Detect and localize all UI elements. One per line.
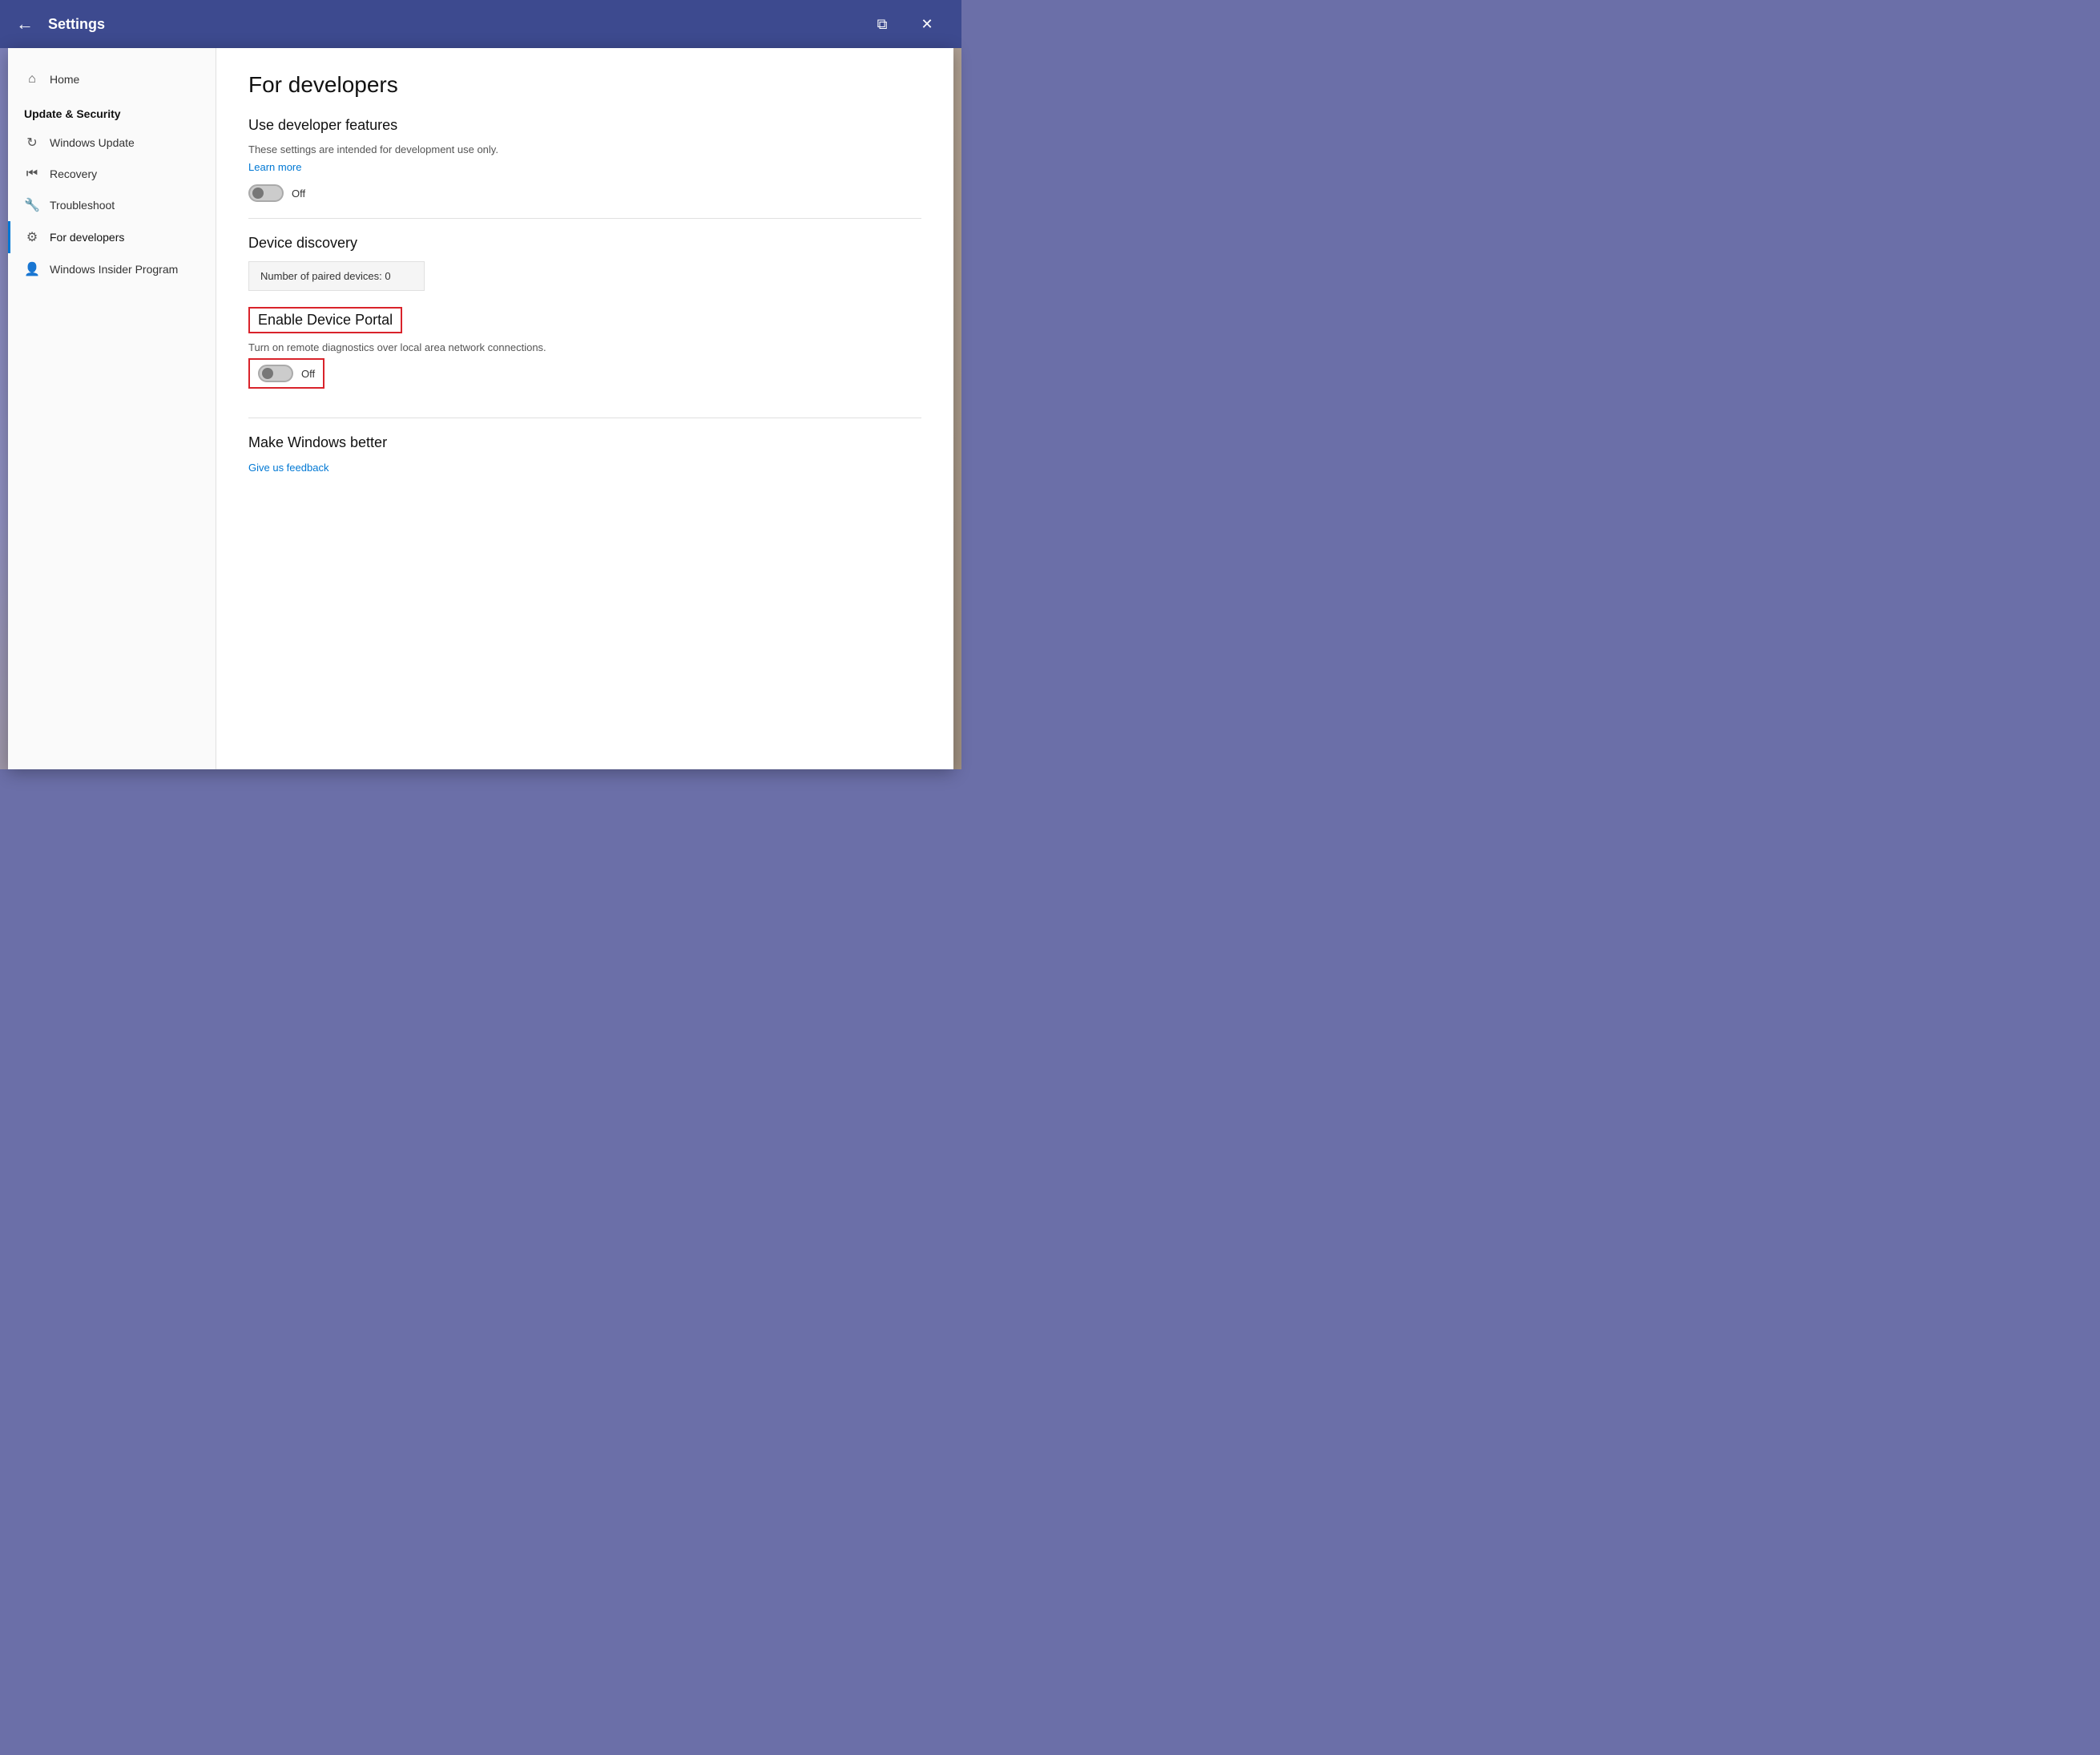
- sidebar-troubleshoot-label: Troubleshoot: [50, 199, 115, 212]
- sidebar-item-windows-update[interactable]: ↻ Windows Update: [8, 127, 216, 159]
- snap-button[interactable]: ⧉: [864, 8, 901, 40]
- sidebar-section-title: Update & Security: [8, 95, 216, 127]
- app-title: Settings: [48, 16, 864, 33]
- divider-1: [248, 218, 921, 219]
- make-windows-better-title: Make Windows better: [248, 434, 921, 451]
- developer-features-toggle-label: Off: [292, 188, 305, 200]
- sidebar-item-troubleshoot[interactable]: 🔧 Troubleshoot: [8, 189, 216, 221]
- close-button[interactable]: ✕: [909, 8, 945, 40]
- sidebar-item-recovery[interactable]: ⏮ Recovery: [8, 159, 216, 189]
- give-us-feedback-link[interactable]: Give us feedback: [248, 462, 329, 474]
- use-developer-features-section: Use developer features These settings ar…: [248, 117, 921, 202]
- enable-device-portal-title-box: Enable Device Portal: [248, 307, 402, 333]
- windows-update-icon: ↻: [24, 135, 40, 151]
- main-window: ⌂ Home Update & Security ↻ Windows Updat…: [8, 48, 953, 769]
- device-portal-toggle[interactable]: [258, 365, 293, 382]
- for-developers-icon: ⚙: [24, 229, 40, 245]
- sidebar-windows-insider-label: Windows Insider Program: [50, 263, 178, 276]
- sidebar-item-home[interactable]: ⌂ Home: [8, 64, 216, 95]
- recovery-icon: ⏮: [24, 167, 40, 181]
- enable-device-portal-title: Enable Device Portal: [258, 312, 393, 329]
- content-area: For developers Use developer features Th…: [216, 48, 953, 769]
- back-button[interactable]: ←: [16, 14, 34, 34]
- device-discovery-title: Device discovery: [248, 235, 921, 252]
- sidebar-windows-update-label: Windows Update: [50, 136, 135, 149]
- paired-devices-text: Number of paired devices: 0: [260, 270, 391, 282]
- home-icon: ⌂: [24, 72, 40, 87]
- enable-device-portal-section: Enable Device Portal Turn on remote diag…: [248, 307, 921, 401]
- enable-device-portal-desc: Turn on remote diagnostics over local ar…: [248, 341, 921, 353]
- sidebar-recovery-label: Recovery: [50, 167, 97, 180]
- sidebar-item-windows-insider[interactable]: 👤 Windows Insider Program: [8, 253, 216, 285]
- use-developer-features-title: Use developer features: [248, 117, 921, 134]
- sidebar-home-label: Home: [50, 73, 79, 86]
- page-title: For developers: [248, 72, 921, 98]
- developer-features-toggle-row: Off: [248, 184, 921, 202]
- use-developer-features-desc: These settings are intended for developm…: [248, 143, 921, 155]
- developer-features-toggle[interactable]: [248, 184, 284, 202]
- learn-more-link[interactable]: Learn more: [248, 161, 301, 173]
- make-windows-better-section: Make Windows better Give us feedback: [248, 434, 921, 485]
- window-controls: ⧉ ✕: [864, 8, 945, 40]
- windows-insider-icon: 👤: [24, 261, 40, 277]
- device-portal-toggle-label: Off: [301, 368, 315, 380]
- sidebar: ⌂ Home Update & Security ↻ Windows Updat…: [8, 48, 216, 769]
- troubleshoot-icon: 🔧: [24, 197, 40, 213]
- enable-device-portal-toggle-row: Off: [248, 358, 324, 389]
- paired-devices-box: Number of paired devices: 0: [248, 261, 425, 291]
- sidebar-for-developers-label: For developers: [50, 231, 124, 244]
- sidebar-item-for-developers[interactable]: ⚙ For developers: [8, 221, 216, 253]
- device-discovery-section: Device discovery Number of paired device…: [248, 235, 921, 307]
- title-bar: ← Settings ⧉ ✕: [0, 0, 961, 48]
